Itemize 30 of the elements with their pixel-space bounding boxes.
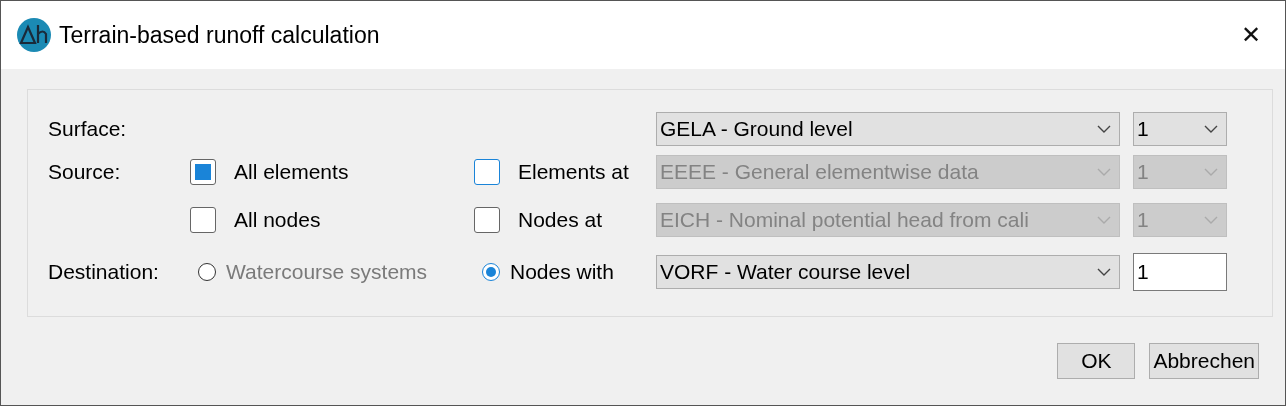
caret-icon bbox=[1097, 125, 1111, 133]
caret-icon bbox=[1097, 268, 1111, 276]
checkbox[interactable] bbox=[474, 207, 500, 233]
source-label: Source: bbox=[48, 160, 122, 184]
checkbox-label: All nodes bbox=[234, 208, 321, 232]
surface-dropdown[interactable]: GELA - Ground level bbox=[656, 112, 1120, 146]
caret-icon bbox=[1204, 216, 1218, 224]
destination-dropdown[interactable]: VORF - Water course level bbox=[656, 255, 1120, 289]
radio-label: Nodes with bbox=[510, 260, 614, 284]
caret-icon bbox=[1097, 216, 1111, 224]
checkbox[interactable] bbox=[474, 159, 500, 185]
caret-icon bbox=[1204, 168, 1218, 176]
checkbox[interactable] bbox=[190, 207, 216, 233]
caret-icon bbox=[1097, 168, 1111, 176]
radio-label: Watercourse systems bbox=[226, 260, 428, 284]
checkbox[interactable] bbox=[190, 159, 216, 185]
radio-button[interactable] bbox=[482, 263, 500, 281]
destination-label: Destination: bbox=[48, 260, 160, 284]
checkbox-label: Nodes at bbox=[518, 208, 603, 232]
app-icon bbox=[17, 18, 51, 52]
surface-index-dropdown[interactable]: 1 bbox=[1133, 112, 1227, 146]
checkbox-label: All elements bbox=[234, 160, 349, 184]
window-title: Terrain-based runoff calculation bbox=[59, 21, 380, 49]
close-button[interactable]: ✕ bbox=[1234, 17, 1267, 53]
checkbox-label: Elements at bbox=[518, 160, 629, 184]
number-input[interactable]: 1 bbox=[1133, 253, 1227, 291]
cancel-button[interactable]: Abbrechen bbox=[1149, 343, 1259, 379]
surface-label: Surface: bbox=[48, 117, 128, 141]
caret-icon bbox=[1204, 125, 1218, 133]
ok-button[interactable]: OK bbox=[1057, 343, 1136, 379]
